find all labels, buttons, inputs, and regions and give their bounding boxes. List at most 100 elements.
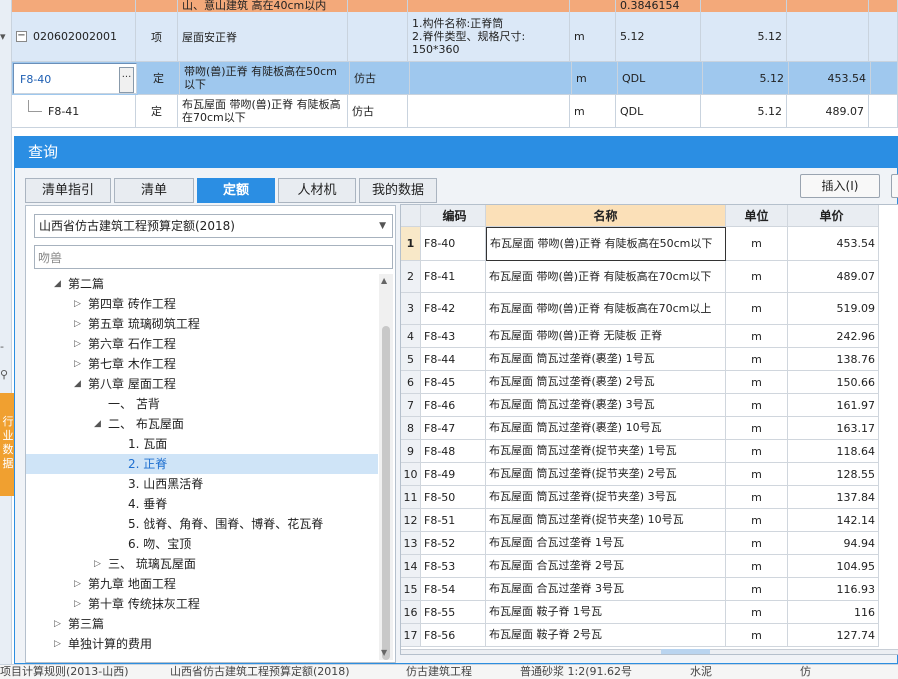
table-row[interactable]: 4 F8-43 布瓦屋面 带吻(兽)正脊 无陡板 正脊 m 242.96 — [401, 325, 879, 348]
row-name: 布瓦屋面 筒瓦过垄脊(裹垄) 2号瓦 — [486, 371, 726, 394]
tree-scrollbar[interactable]: ▲ ▼ — [379, 274, 393, 660]
table-row[interactable]: 6 F8-45 布瓦屋面 筒瓦过垄脊(裹垄) 2号瓦 m 150.66 — [401, 371, 879, 394]
tree-node-selected[interactable]: 2. 正脊 — [26, 454, 378, 474]
tab-bill-guide[interactable]: 清单指引 — [25, 178, 111, 203]
table-row[interactable]: 3 F8-42 布瓦屋面 带吻(兽)正脊 有陡板高在70cm以上 m 519.09 — [401, 293, 879, 325]
tree-node[interactable]: ◢ 第八章 屋面工程 — [26, 374, 378, 394]
expand-right-icon[interactable]: ▷ — [74, 294, 81, 314]
scroll-up-icon[interactable]: ▲ — [381, 276, 387, 285]
tab-bill[interactable]: 清单 — [114, 178, 194, 203]
tree-node[interactable]: 4. 垂脊 — [26, 494, 378, 514]
code-edit-field[interactable]: F8-40 ··· — [13, 63, 137, 94]
expand-right-icon[interactable]: ▷ — [54, 614, 61, 634]
item-qty: 5.12 — [701, 12, 787, 62]
sub-qty: 5.12 — [701, 95, 787, 128]
tree-node[interactable]: ▷ 第六章 石作工程 — [26, 334, 378, 354]
tree-node[interactable]: ▷ 第十章 传统抹灰工程 — [26, 594, 378, 614]
table-row[interactable]: 13 F8-52 布瓦屋面 合瓦过垄脊 1号瓦 m 94.94 — [401, 532, 879, 555]
expand-right-icon[interactable]: ▷ — [94, 554, 101, 574]
tree-node[interactable]: ▷ 第三篇 — [26, 614, 378, 634]
expand-down-icon[interactable]: ◢ — [94, 414, 101, 434]
search-input[interactable] — [34, 245, 393, 269]
expand-right-icon[interactable]: ▷ — [74, 354, 81, 374]
selected-code: F8-40 — [20, 73, 52, 86]
tree-node[interactable]: ▷ 第四章 砖作工程 — [26, 294, 378, 314]
bottom-cell-6: 仿 — [800, 665, 811, 678]
grid-horizontal-scrollbar[interactable] — [401, 649, 898, 654]
row-code: F8-48 — [421, 440, 486, 463]
tree-node[interactable]: 一、 苫背 — [26, 394, 378, 414]
table-row[interactable]: 12 F8-51 布瓦屋面 筒瓦过垄脊(捉节夹垄) 10号瓦 m 142.14 — [401, 509, 879, 532]
table-row[interactable]: 7 F8-46 布瓦屋面 筒瓦过垄脊(裹垄) 3号瓦 m 161.97 — [401, 394, 879, 417]
tree-node[interactable]: 3. 山西黑活脊 — [26, 474, 378, 494]
expand-down-icon[interactable]: ◢ — [54, 274, 61, 294]
expand-right-icon[interactable]: ▷ — [74, 594, 81, 614]
row-unit: m — [726, 463, 788, 486]
expand-right-icon[interactable]: ▷ — [74, 574, 81, 594]
table-row[interactable]: 15 F8-54 布瓦屋面 合瓦过垄脊 3号瓦 m 116.93 — [401, 578, 879, 601]
grid-scroll-marker[interactable] — [661, 649, 710, 654]
left-marker-icon: - — [0, 340, 4, 353]
tree-node[interactable]: 5. 戗脊、角脊、围脊、博脊、花瓦脊 — [26, 514, 378, 534]
header-unit[interactable]: 单位 — [726, 205, 788, 227]
table-row[interactable]: 1 F8-40 布瓦屋面 带吻(兽)正脊 有陡板高在50cm以下 m 453.54 — [401, 227, 879, 261]
table-row[interactable]: 8 F8-47 布瓦屋面 筒瓦过垄脊(裹垄) 10号瓦 m 163.17 — [401, 417, 879, 440]
left-search-icon[interactable]: ⚲ — [0, 368, 8, 381]
scroll-down-icon[interactable]: ▼ — [381, 648, 387, 657]
tab-labor-material[interactable]: 人材机 — [278, 178, 356, 203]
row-index: 13 — [401, 532, 421, 555]
row-code: F8-47 — [421, 417, 486, 440]
sub-type: 定 — [136, 95, 178, 128]
sub-code-cell: F8-41 — [12, 95, 136, 128]
table-row[interactable]: 9 F8-48 布瓦屋面 筒瓦过垄脊(捉节夹垄) 1号瓦 m 118.64 — [401, 440, 879, 463]
expand-right-icon[interactable]: ▷ — [54, 634, 61, 654]
row-code: F8-40 — [421, 227, 486, 261]
sheet-row-sub[interactable]: F8-41 定 布瓦屋面 带吻(兽)正脊 有陡板高在70cm以下 仿古 m QD… — [12, 95, 898, 128]
tree-node[interactable]: ▷ 单独计算的费用 — [26, 634, 378, 654]
table-row[interactable]: 16 F8-55 布瓦屋面 鞍子脊 1号瓦 m 116 — [401, 601, 879, 624]
table-row[interactable]: 10 F8-49 布瓦屋面 筒瓦过垄脊(捉节夹垄) 2号瓦 m 128.55 — [401, 463, 879, 486]
row-unit: m — [726, 325, 788, 348]
replace-button-partial[interactable] — [891, 174, 898, 198]
table-row[interactable]: 17 F8-56 布瓦屋面 鞍子脊 2号瓦 m 127.74 — [401, 624, 879, 647]
item-code: 020602002001 — [33, 30, 117, 43]
expand-right-icon[interactable]: ▷ — [74, 314, 81, 334]
scroll-thumb[interactable] — [382, 326, 390, 660]
table-row[interactable]: 11 F8-50 布瓦屋面 筒瓦过垄脊(捉节夹垄) 3号瓦 m 137.84 — [401, 486, 879, 509]
tree-node[interactable]: ▷ 第九章 地面工程 — [26, 574, 378, 594]
tree-node[interactable]: ◢ 第二篇 — [26, 274, 378, 294]
quota-library-select[interactable]: 山西省仿古建筑工程预算定额(2018) ▼ — [34, 214, 393, 238]
sub-unit: m — [570, 95, 616, 128]
item-code-cell[interactable]: − 020602002001 — [12, 12, 136, 62]
sheet-row-partial[interactable]: 山、意山建筑 高在40cm以内 0.3846154 — [12, 0, 898, 12]
tab-quota[interactable]: 定额 — [197, 178, 275, 203]
row-name: 布瓦屋面 带吻(兽)正脊 无陡板 正脊 — [486, 325, 726, 348]
expand-right-icon[interactable]: ▷ — [74, 334, 81, 354]
tree-node[interactable]: 6. 吻、宝顶 — [26, 534, 378, 554]
tree-node[interactable]: ▷ 第五章 琉璃砌筑工程 — [26, 314, 378, 334]
left-arrow-icon[interactable]: ▾ — [0, 30, 6, 43]
tree-node[interactable]: 1. 瓦面 — [26, 434, 378, 454]
row-unit: m — [726, 532, 788, 555]
table-row[interactable]: 5 F8-44 布瓦屋面 筒瓦过垄脊(裹垄) 1号瓦 m 138.76 — [401, 348, 879, 371]
tree-node[interactable]: ▷ 第七章 木作工程 — [26, 354, 378, 374]
item-features[interactable]: 1.构件名称:正脊筒 2.脊件类型、规格尺寸: 150*360 — [408, 12, 570, 62]
sheet-row-item[interactable]: − 020602002001 项 屋面安正脊 1.构件名称:正脊筒 2.脊件类型… — [12, 12, 898, 62]
tab-my-data[interactable]: 我的数据 — [359, 178, 437, 203]
tree-node[interactable]: ◢ 二、 布瓦屋面 — [26, 414, 378, 434]
chevron-down-icon[interactable]: ▼ — [379, 215, 386, 237]
ellipsis-button[interactable]: ··· — [119, 66, 134, 93]
table-row[interactable]: 14 F8-53 布瓦屋面 合瓦过垄脊 2号瓦 m 104.95 — [401, 555, 879, 578]
row-name: 布瓦屋面 筒瓦过垄脊(捉节夹垄) 10号瓦 — [486, 509, 726, 532]
row-index: 2 — [401, 261, 421, 293]
collapse-icon[interactable]: − — [16, 31, 27, 42]
header-name[interactable]: 名称 — [486, 205, 726, 227]
insert-button[interactable]: 插入(I) — [800, 174, 880, 198]
header-price[interactable]: 单价 — [788, 205, 879, 227]
sheet-row-selected[interactable]: F8-40 ··· 定 带吻(兽)正脊 有陡板高在50cm以下 仿古 m QDL… — [12, 62, 898, 95]
table-row[interactable]: 2 F8-41 布瓦屋面 带吻(兽)正脊 有陡板高在70cm以下 m 489.07 — [401, 261, 879, 293]
dialog-title[interactable]: 查询 — [15, 137, 897, 168]
expand-down-icon[interactable]: ◢ — [74, 374, 81, 394]
header-code[interactable]: 编码 — [421, 205, 486, 227]
tree-node[interactable]: ▷ 三、 琉璃瓦屋面 — [26, 554, 378, 574]
